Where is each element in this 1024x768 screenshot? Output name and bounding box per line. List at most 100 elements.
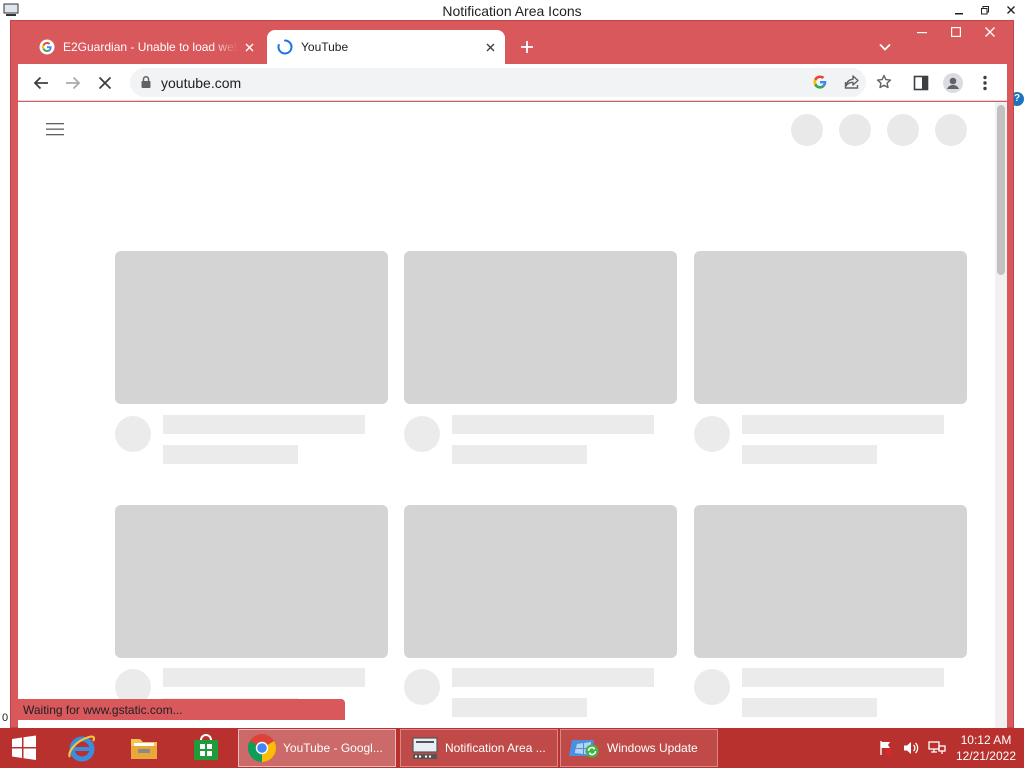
title-placeholder bbox=[742, 668, 944, 687]
google-g-icon bbox=[39, 39, 55, 55]
google-g-icon bbox=[813, 75, 827, 89]
channel-avatar-placeholder bbox=[404, 416, 440, 452]
meta-placeholder bbox=[452, 698, 587, 717]
internet-explorer-button[interactable] bbox=[60, 729, 104, 767]
taskbar-button-label: Windows Update bbox=[607, 741, 698, 755]
close-button[interactable] bbox=[998, 0, 1024, 20]
minimize-icon bbox=[955, 13, 963, 15]
star-icon bbox=[876, 74, 892, 89]
network-icon[interactable] bbox=[928, 740, 946, 756]
profile-icon bbox=[943, 73, 963, 93]
start-button[interactable] bbox=[6, 729, 42, 767]
plus-icon bbox=[521, 41, 533, 53]
taskbar-button-label: Notification Area ... bbox=[445, 741, 546, 755]
hamburger-menu-icon[interactable] bbox=[44, 120, 66, 138]
tab-title: E2Guardian - Unable to load web page bbox=[63, 40, 238, 54]
close-icon bbox=[985, 27, 995, 37]
taskbar-button-chrome[interactable]: YouTube - Googl... bbox=[238, 729, 396, 767]
video-thumbnail-placeholder[interactable] bbox=[115, 251, 388, 404]
browser-toolbar: youtube.com bbox=[18, 64, 1007, 101]
taskbar-button-notification-area[interactable]: Notification Area ... bbox=[400, 729, 558, 767]
folder-icon bbox=[131, 739, 157, 759]
chrome-icon bbox=[248, 734, 276, 762]
maximize-icon bbox=[951, 27, 961, 37]
volume-icon[interactable] bbox=[902, 740, 920, 756]
restore-icon bbox=[981, 6, 989, 15]
profile-button[interactable] bbox=[939, 69, 967, 97]
close-icon bbox=[1007, 6, 1015, 14]
lock-icon bbox=[141, 75, 151, 88]
chrome-menu-button[interactable] bbox=[971, 69, 999, 97]
header-placeholder bbox=[791, 114, 823, 146]
video-thumbnail-placeholder[interactable] bbox=[115, 505, 388, 658]
chrome-close-button[interactable] bbox=[973, 21, 1007, 43]
taskbar-button-windows-update[interactable]: Windows Update bbox=[560, 729, 718, 767]
bookmark-button[interactable] bbox=[870, 68, 898, 96]
meta-placeholder bbox=[163, 445, 298, 464]
status-text: Waiting for www.gstatic.com... bbox=[23, 703, 183, 717]
channel-avatar-placeholder bbox=[404, 669, 440, 705]
window-title: Notification Area Icons bbox=[442, 3, 582, 19]
internet-explorer-icon bbox=[68, 735, 96, 762]
chevron-down-icon bbox=[879, 43, 891, 51]
page-content bbox=[18, 102, 1007, 728]
header-placeholder bbox=[887, 114, 919, 146]
notification-area-titlebar[interactable]: Notification Area Icons bbox=[0, 0, 1024, 22]
stop-icon bbox=[98, 76, 112, 90]
vertical-scrollbar[interactable] bbox=[995, 102, 1007, 728]
minimize-icon bbox=[917, 32, 927, 34]
url-text: youtube.com bbox=[161, 75, 242, 91]
tab-title: YouTube bbox=[301, 40, 349, 54]
scrollbar-thumb[interactable] bbox=[997, 105, 1005, 275]
channel-avatar-placeholder bbox=[694, 416, 730, 452]
restore-button[interactable] bbox=[972, 0, 998, 20]
taskbar-button-label: YouTube - Googl... bbox=[283, 741, 383, 755]
back-button[interactable] bbox=[27, 69, 55, 97]
tab-close-button[interactable] bbox=[479, 36, 501, 58]
system-tray: 10:12 AM 12/21/2022 bbox=[878, 728, 1016, 768]
action-center-flag-icon[interactable] bbox=[878, 740, 894, 756]
title-placeholder bbox=[452, 668, 654, 687]
meta-placeholder bbox=[742, 445, 877, 464]
tab-e2guardian[interactable]: E2Guardian - Unable to load web page bbox=[29, 30, 264, 64]
partial-text: 0 bbox=[2, 712, 9, 724]
chrome-maximize-button[interactable] bbox=[939, 21, 973, 43]
close-icon bbox=[245, 43, 253, 51]
loading-spinner-icon bbox=[277, 39, 293, 55]
side-panel-icon bbox=[913, 75, 929, 91]
stop-loading-button[interactable] bbox=[91, 69, 119, 97]
windows-update-icon bbox=[569, 740, 599, 758]
side-panel-button[interactable] bbox=[907, 69, 935, 97]
video-thumbnail-placeholder[interactable] bbox=[404, 251, 677, 404]
video-thumbnail-placeholder[interactable] bbox=[404, 505, 677, 658]
more-vertical-icon bbox=[983, 75, 987, 91]
close-icon bbox=[486, 43, 494, 51]
video-thumbnail-placeholder[interactable] bbox=[694, 251, 967, 404]
channel-avatar-placeholder bbox=[694, 669, 730, 705]
taskbar-clock[interactable]: 10:12 AM 12/21/2022 bbox=[956, 732, 1016, 764]
header-placeholder bbox=[839, 114, 871, 146]
address-bar[interactable]: youtube.com bbox=[130, 68, 892, 97]
tab-search-button[interactable] bbox=[873, 35, 897, 59]
share-button[interactable] bbox=[838, 68, 866, 96]
channel-avatar-placeholder bbox=[115, 416, 151, 452]
clock-time: 10:12 AM bbox=[960, 733, 1012, 747]
chrome-minimize-button[interactable] bbox=[905, 21, 939, 43]
tab-youtube[interactable]: YouTube bbox=[267, 30, 505, 64]
new-tab-button[interactable] bbox=[515, 35, 539, 59]
windows-logo-icon bbox=[12, 735, 36, 760]
minimize-button[interactable] bbox=[946, 0, 972, 20]
store-button[interactable] bbox=[184, 729, 228, 767]
forward-button[interactable] bbox=[59, 69, 87, 97]
notification-area-icon bbox=[412, 737, 438, 759]
file-explorer-button[interactable] bbox=[122, 729, 166, 767]
clock-date: 12/21/2022 bbox=[955, 749, 1016, 763]
video-thumbnail-placeholder[interactable] bbox=[694, 505, 967, 658]
store-icon bbox=[194, 734, 218, 760]
tab-close-button[interactable] bbox=[238, 36, 260, 58]
taskbar: YouTube - Googl... Notification Area ...… bbox=[0, 728, 1024, 768]
status-bubble: Waiting for www.gstatic.com... bbox=[17, 699, 345, 720]
title-placeholder bbox=[742, 415, 944, 434]
share-icon bbox=[844, 75, 859, 89]
google-lens-button[interactable] bbox=[806, 68, 834, 96]
